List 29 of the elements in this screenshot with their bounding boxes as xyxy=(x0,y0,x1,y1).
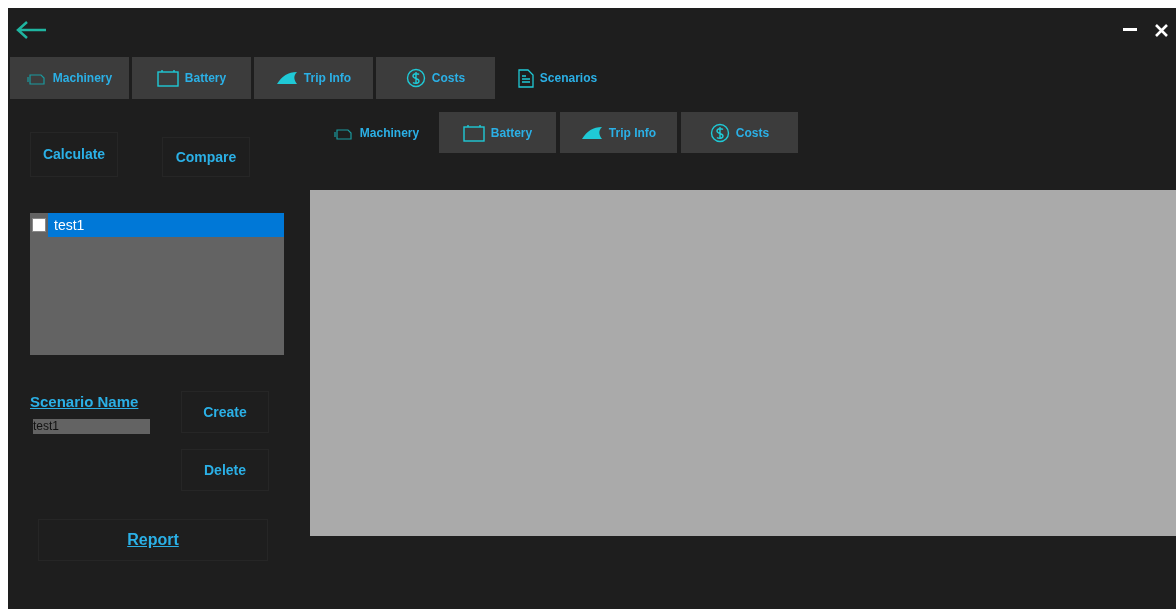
fin-icon xyxy=(580,125,603,140)
checkbox[interactable] xyxy=(32,218,46,232)
list-item[interactable]: test1 xyxy=(48,213,284,237)
fin-icon xyxy=(275,71,298,85)
engine-icon xyxy=(26,71,47,85)
tab[interactable]: Scenarios xyxy=(498,57,617,99)
tab[interactable]: Trip Info xyxy=(254,57,373,99)
tab[interactable]: Battery xyxy=(439,112,556,153)
minimize-icon[interactable] xyxy=(1123,28,1137,32)
report-button[interactable]: Report xyxy=(38,519,268,561)
battery-icon xyxy=(462,123,485,142)
tab[interactable]: Costs xyxy=(681,112,798,153)
back-arrow-icon[interactable] xyxy=(16,21,48,39)
dollar-icon xyxy=(405,68,426,88)
document-icon xyxy=(517,68,534,88)
close-icon[interactable] xyxy=(1155,23,1168,37)
scenario-name-field[interactable]: test1 xyxy=(33,419,150,434)
tab[interactable]: Costs xyxy=(376,57,495,99)
tab[interactable]: Machinery xyxy=(10,57,129,99)
dollar-icon xyxy=(709,122,730,143)
tab[interactable]: Machinery xyxy=(318,112,435,153)
battery-icon xyxy=(156,69,179,87)
compare-button[interactable]: Compare xyxy=(162,137,250,177)
delete-button[interactable]: Delete xyxy=(181,449,269,491)
tab[interactable]: Trip Info xyxy=(560,112,677,153)
create-button[interactable]: Create xyxy=(181,391,269,433)
tab[interactable]: Battery xyxy=(132,57,251,99)
calculate-button[interactable]: Calculate xyxy=(30,132,118,177)
scenario-name-label: Scenario Name xyxy=(30,393,140,411)
